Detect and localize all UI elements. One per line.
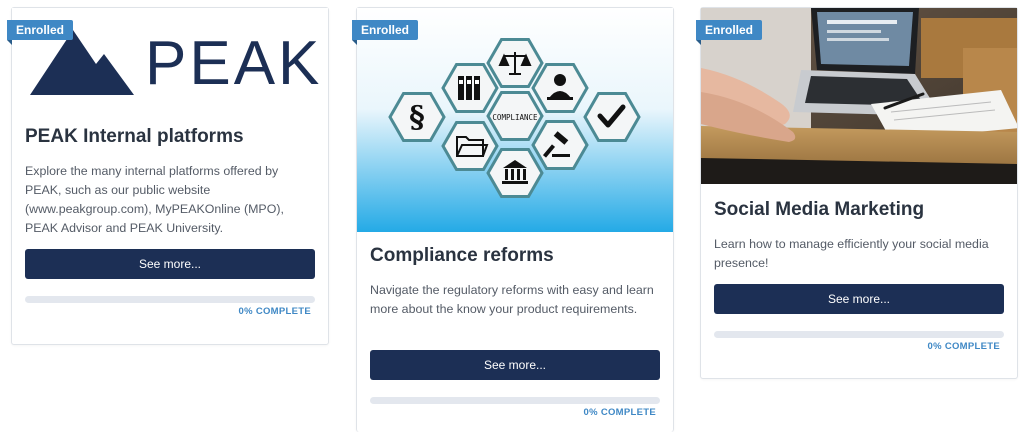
enrolled-badge: Enrolled [352,20,419,45]
course-description: Explore the many internal platforms offe… [25,164,284,235]
progress-label: 0% COMPLETE [927,341,1000,352]
compliance-label: COMPLIANCE [492,113,538,122]
progress-bar [714,331,1004,338]
section-sign-icon: § [409,100,425,135]
enrolled-badge: Enrolled [7,20,74,45]
course-card-compliance[interactable]: Enrolled § COMPLIANCE Compliance reforms… [352,7,674,432]
progress-label: 0% COMPLETE [238,306,311,317]
course-title: Compliance reforms [370,245,554,266]
course-description: Navigate the regulatory reforms with eas… [370,283,654,316]
course-title: PEAK Internal platforms [25,126,244,147]
see-more-button[interactable]: See more... [25,249,315,279]
compliance-hexagons-illustration: § COMPLIANCE [357,8,673,232]
course-card-peak-platforms[interactable]: Enrolled PEAK PEAK Internal platforms Ex… [7,7,329,345]
progress-label: 0% COMPLETE [583,407,656,418]
see-more-button[interactable]: See more... [714,284,1004,314]
enrolled-badge: Enrolled [696,20,763,45]
binders-icon [458,76,480,100]
course-description: Learn how to manage efficiently your soc… [714,237,989,270]
see-more-button[interactable]: See more... [370,350,660,380]
course-image-compliance: § COMPLIANCE [357,8,673,232]
course-title: Social Media Marketing [714,199,925,220]
progress-bar [370,397,660,404]
logo-text: PEAK [145,29,322,98]
progress-bar [25,296,315,303]
course-card-social-media[interactable]: Enrolled Social Media Marketing Learn ho… [696,7,1018,379]
